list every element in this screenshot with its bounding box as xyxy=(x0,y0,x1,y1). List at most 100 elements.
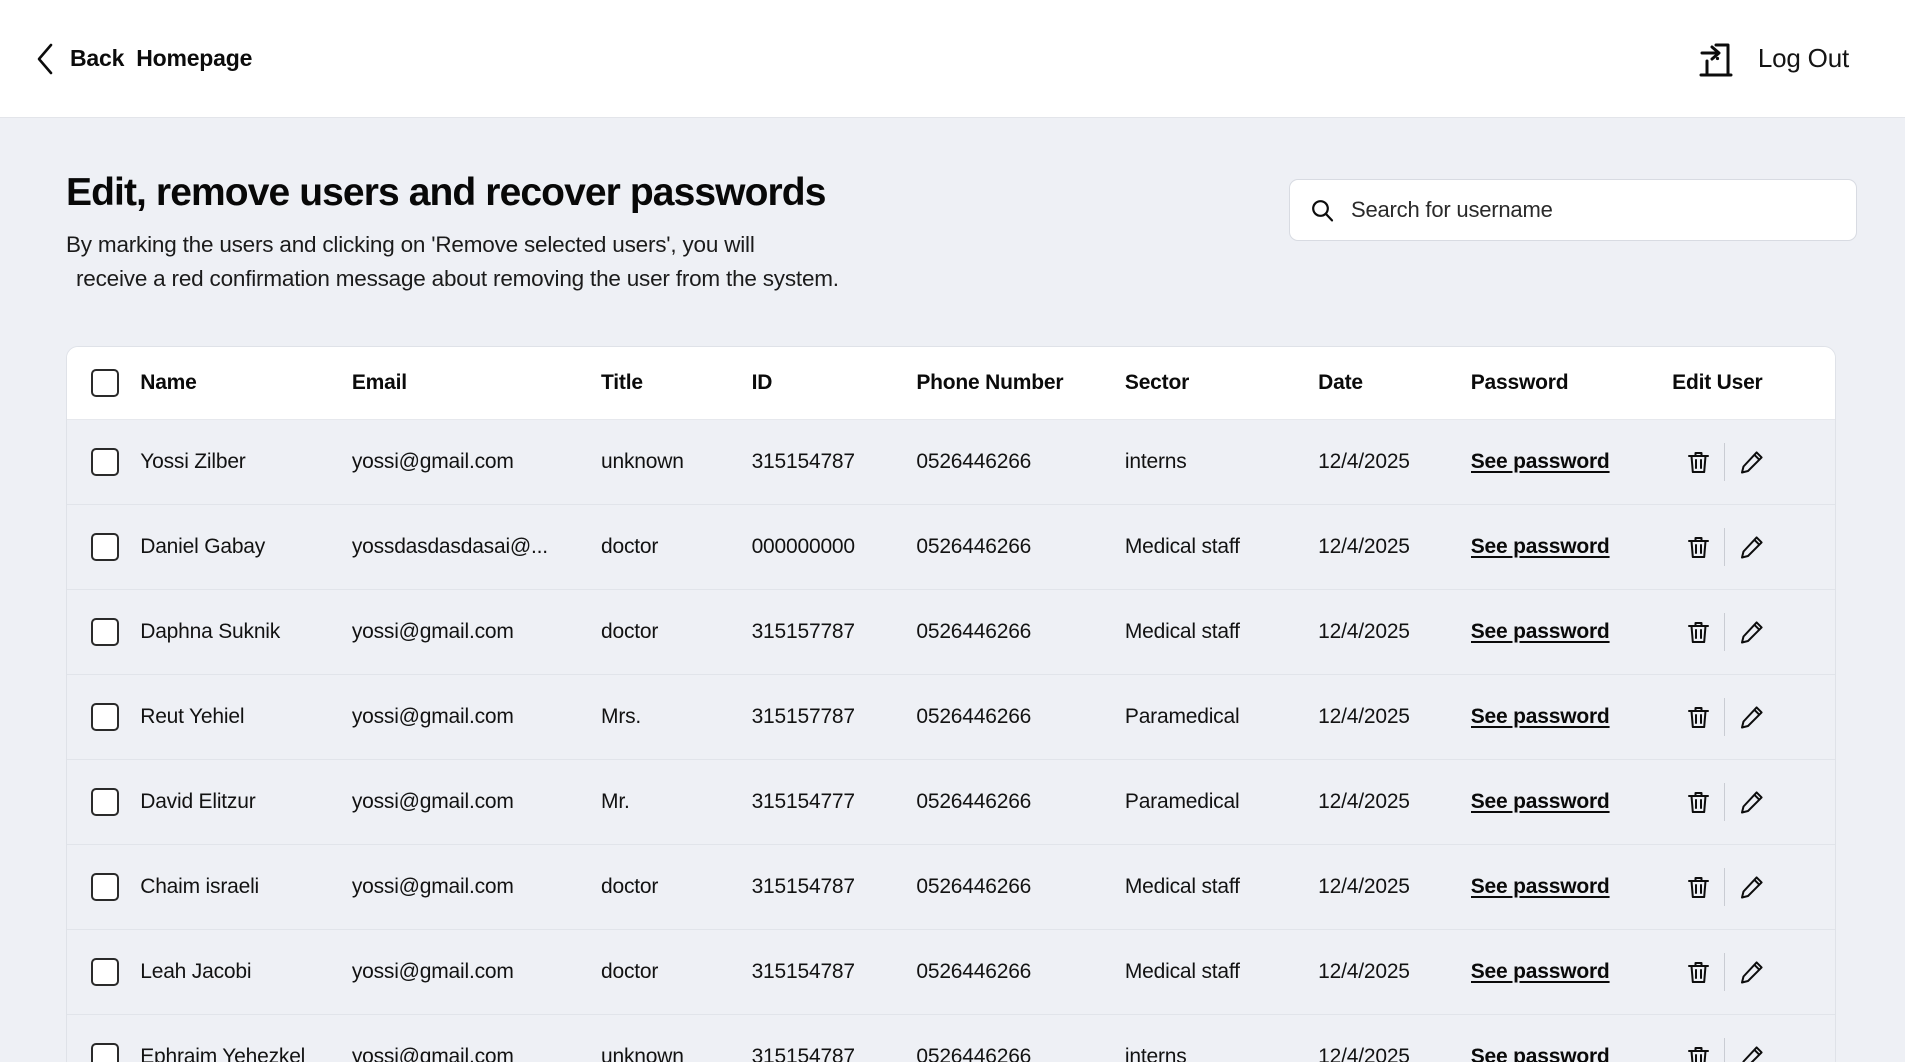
table-row[interactable]: Reut Yehiel yossi@gmail.com Mrs. 315157787 0… xyxy=(67,674,1835,761)
row-checkbox[interactable] xyxy=(91,618,119,647)
cell-phone: 0526446266 xyxy=(916,929,1125,1016)
cell-actions xyxy=(1672,844,1835,931)
see-password-link[interactable]: See password xyxy=(1471,875,1610,898)
search-input[interactable] xyxy=(1351,197,1836,223)
column-header-sector[interactable]: Sector xyxy=(1124,347,1319,421)
cell-title: unknown xyxy=(601,1014,752,1062)
cell-id: 315154787 xyxy=(751,844,917,931)
cell-title: doctor xyxy=(601,589,752,676)
cell-date: 12/4/2025 xyxy=(1318,929,1471,1016)
column-header-title[interactable]: Title xyxy=(601,347,752,421)
row-actions xyxy=(1672,783,1835,822)
table-row[interactable]: Yossi Zilber yossi@gmail.com unknown 315154… xyxy=(67,419,1835,506)
back-homepage-labels: Back Homepage xyxy=(70,45,252,72)
logout-button[interactable]: Log Out xyxy=(1692,35,1861,83)
back-label: Back xyxy=(70,45,125,71)
table-row[interactable]: Chaim israeli yossi@gmail.com doctor 315154… xyxy=(67,844,1835,931)
delete-user-button[interactable] xyxy=(1672,789,1724,816)
row-actions xyxy=(1672,528,1835,567)
cell-sector: Medical staff xyxy=(1124,929,1319,1016)
delete-user-button[interactable] xyxy=(1672,1044,1724,1062)
see-password-link[interactable]: See password xyxy=(1471,450,1610,473)
select-all-header xyxy=(67,347,141,421)
cell-name: Yossi Zilber xyxy=(140,419,352,506)
cell-email: yossi@gmail.com xyxy=(351,589,602,676)
cell-password: See password xyxy=(1470,504,1673,591)
cell-title: doctor xyxy=(601,504,752,591)
cell-name: Ephraim Yehezkel xyxy=(140,1014,352,1062)
row-checkbox[interactable] xyxy=(91,533,119,562)
cell-id: 315154787 xyxy=(751,419,917,506)
cell-title: Mr. xyxy=(601,759,752,846)
column-header-edit-user[interactable]: Edit User xyxy=(1672,347,1835,421)
cell-phone: 0526446266 xyxy=(916,419,1125,506)
table-row[interactable]: Ephraim Yehezkel yossi@gmail.com unknown 31… xyxy=(67,1014,1835,1062)
cell-date: 12/4/2025 xyxy=(1318,419,1471,506)
column-header-id[interactable]: ID xyxy=(751,347,917,421)
page-subtitle: By marking the users and clicking on 'Re… xyxy=(66,228,839,296)
select-all-checkbox[interactable] xyxy=(91,369,119,398)
column-header-date[interactable]: Date xyxy=(1318,347,1471,421)
cell-sector: Medical staff xyxy=(1124,844,1319,931)
cell-title: doctor xyxy=(601,929,752,1016)
cell-date: 12/4/2025 xyxy=(1318,1014,1471,1062)
cell-date: 12/4/2025 xyxy=(1318,759,1471,846)
delete-user-button[interactable] xyxy=(1672,874,1724,901)
cell-password: See password xyxy=(1470,759,1673,846)
delete-user-button[interactable] xyxy=(1672,534,1724,561)
table-row[interactable]: David Elitzur yossi@gmail.com Mr. 315154777… xyxy=(67,759,1835,846)
cell-email: yossi@gmail.com xyxy=(351,759,602,846)
row-actions xyxy=(1672,613,1835,652)
edit-user-button[interactable] xyxy=(1725,959,1777,986)
edit-user-button[interactable] xyxy=(1725,449,1777,476)
table-row[interactable]: Leah Jacobi yossi@gmail.com doctor 31515478… xyxy=(67,929,1835,1016)
cell-email: yossi@gmail.com xyxy=(351,844,602,931)
cell-phone: 0526446266 xyxy=(916,589,1125,676)
see-password-link[interactable]: See password xyxy=(1471,790,1610,813)
edit-user-button[interactable] xyxy=(1725,619,1777,646)
search-icon xyxy=(1312,199,1334,221)
cell-phone: 0526446266 xyxy=(916,674,1125,761)
column-header-password[interactable]: Password xyxy=(1470,347,1673,421)
page-content: Edit, remove users and recover passwords… xyxy=(0,118,1905,1062)
users-table: Name Email Title ID Phone Number Sector … xyxy=(67,347,1835,1062)
cell-name: Chaim israeli xyxy=(140,844,352,931)
delete-user-button[interactable] xyxy=(1672,704,1724,731)
row-checkbox[interactable] xyxy=(91,958,119,987)
cell-sector: Medical staff xyxy=(1124,504,1319,591)
row-checkbox[interactable] xyxy=(91,788,119,817)
delete-user-button[interactable] xyxy=(1672,619,1724,646)
row-checkbox[interactable] xyxy=(91,703,119,732)
row-checkbox[interactable] xyxy=(91,448,119,477)
cell-actions xyxy=(1672,674,1835,761)
cell-title: unknown xyxy=(601,419,752,506)
column-header-email[interactable]: Email xyxy=(351,347,602,421)
see-password-link[interactable]: See password xyxy=(1471,705,1610,728)
search-box[interactable] xyxy=(1289,179,1857,241)
cell-date: 12/4/2025 xyxy=(1318,504,1471,591)
see-password-link[interactable]: See password xyxy=(1471,960,1610,983)
edit-user-button[interactable] xyxy=(1725,534,1777,561)
table-row[interactable]: Daphna Suknik yossi@gmail.com doctor 315157… xyxy=(67,589,1835,676)
cell-actions xyxy=(1672,1014,1835,1062)
edit-user-button[interactable] xyxy=(1725,704,1777,731)
row-select-cell xyxy=(67,589,141,676)
see-password-link[interactable]: See password xyxy=(1471,620,1610,643)
table-row[interactable]: Daniel Gabay yossdasdasdasai@... doctor 000… xyxy=(67,504,1835,591)
cell-date: 12/4/2025 xyxy=(1318,844,1471,931)
page-header-text: Edit, remove users and recover passwords… xyxy=(66,162,839,296)
edit-user-button[interactable] xyxy=(1725,789,1777,816)
delete-user-button[interactable] xyxy=(1672,449,1724,476)
see-password-link[interactable]: See password xyxy=(1471,535,1610,558)
see-password-link[interactable]: See password xyxy=(1471,1045,1610,1062)
edit-user-button[interactable] xyxy=(1725,874,1777,901)
cell-name: Daphna Suknik xyxy=(140,589,352,676)
back-homepage-button[interactable]: Back Homepage xyxy=(34,42,252,76)
row-checkbox[interactable] xyxy=(91,1043,119,1062)
delete-user-button[interactable] xyxy=(1672,959,1724,986)
row-checkbox[interactable] xyxy=(91,873,119,902)
column-header-phone[interactable]: Phone Number xyxy=(916,347,1125,421)
logout-label: Log Out xyxy=(1757,43,1849,73)
edit-user-button[interactable] xyxy=(1725,1044,1777,1062)
column-header-name[interactable]: Name xyxy=(140,347,352,421)
